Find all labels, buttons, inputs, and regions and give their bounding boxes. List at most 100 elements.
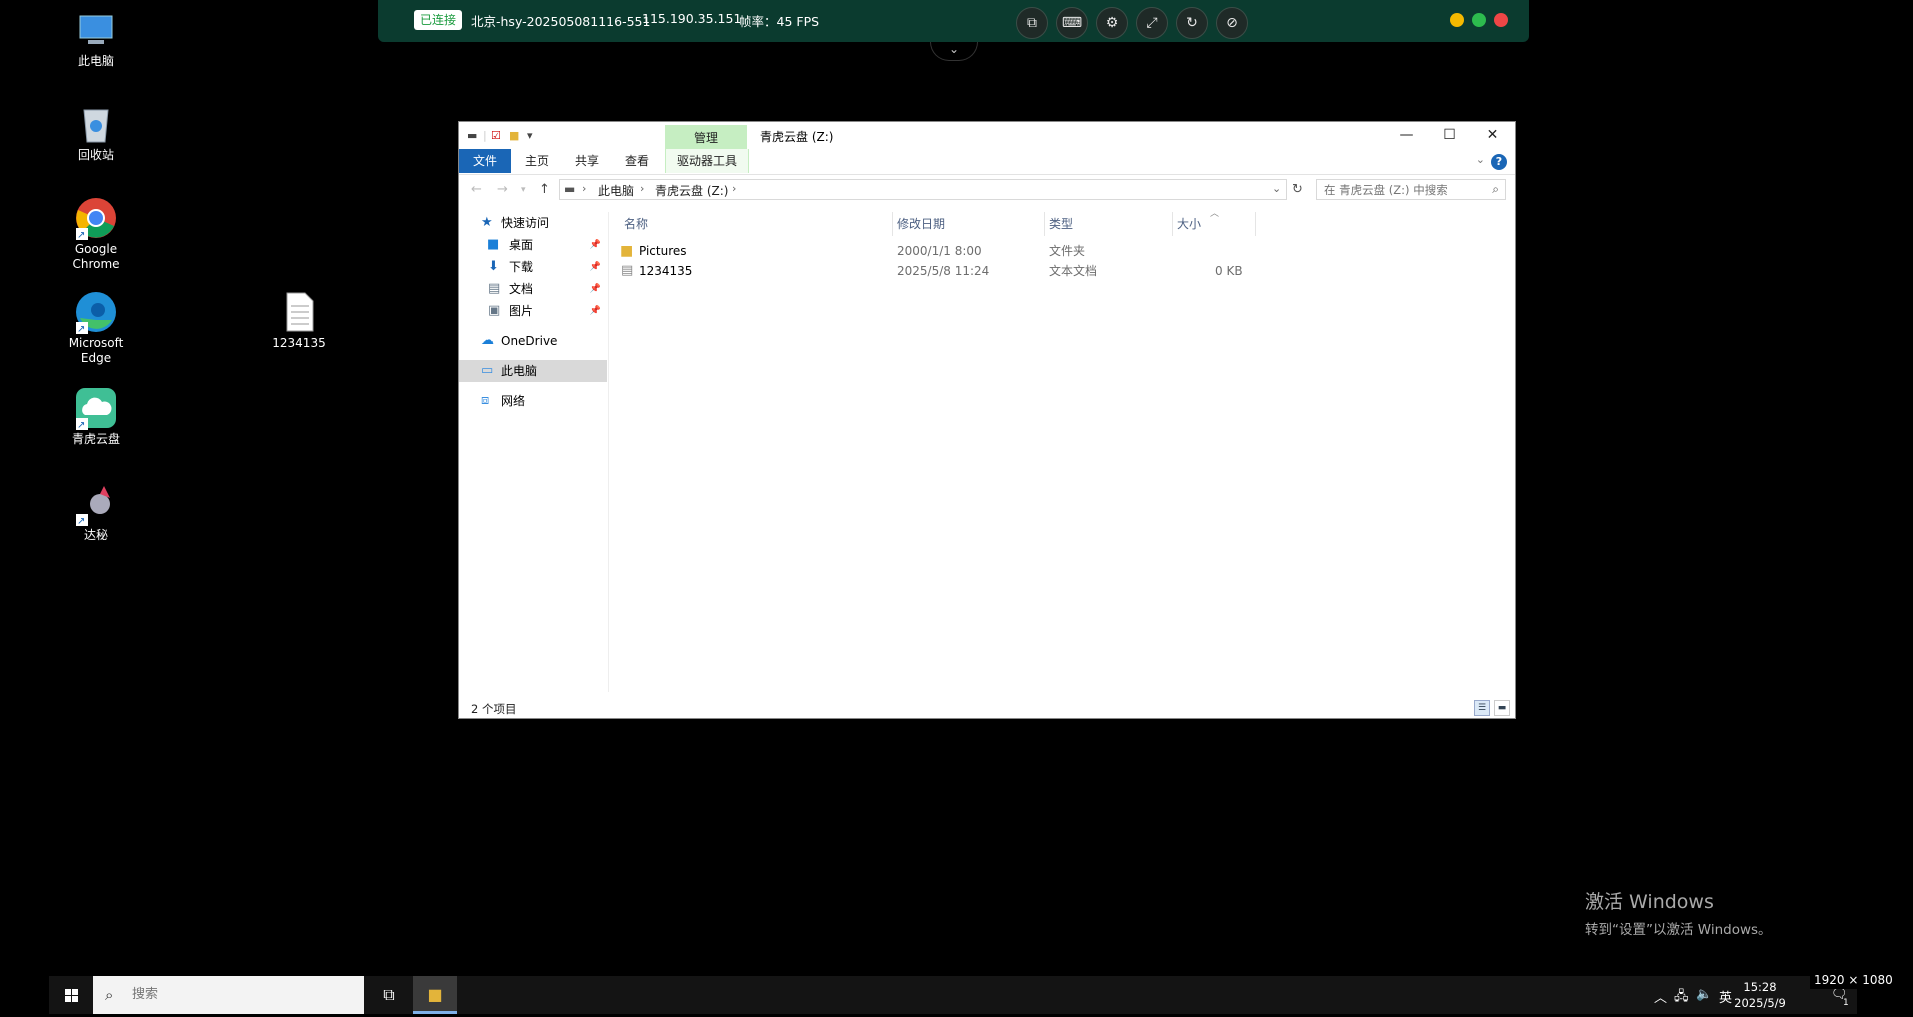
minimize-button[interactable]: —: [1384, 122, 1429, 149]
refresh-button[interactable]: ↻: [1176, 7, 1208, 39]
nav-desktop[interactable]: ■ 桌面 📌: [459, 234, 607, 256]
taskbar-clock[interactable]: 15:28 2025/5/9: [1727, 979, 1793, 1011]
desktop-icon-chrome[interactable]: ↗ Google Chrome: [60, 196, 132, 272]
resolution-badge: 1920 × 1080: [1810, 971, 1897, 989]
document-icon: ▤: [488, 281, 501, 296]
manage-context-tab[interactable]: 管理: [665, 125, 747, 149]
tab-drive-tools[interactable]: 驱动器工具: [665, 149, 749, 173]
chevron-down-icon: ⌄: [948, 42, 960, 56]
nav-network[interactable]: ⧈ 网络: [459, 390, 607, 412]
chevron-right-icon[interactable]: ›: [582, 182, 586, 195]
search-input[interactable]: [1322, 182, 1486, 198]
desktop-icon-text-file[interactable]: 1234135: [263, 290, 335, 351]
svg-text:↗: ↗: [77, 230, 85, 240]
task-view-button[interactable]: ⧉: [367, 976, 411, 1014]
large-icons-view-icon: ▬: [1497, 703, 1507, 713]
search-box[interactable]: ⌕: [1316, 179, 1506, 200]
tab-view[interactable]: 查看: [617, 149, 657, 173]
recent-locations-icon[interactable]: ▾: [521, 185, 526, 195]
column-header-modified[interactable]: 修改日期: [893, 212, 1045, 236]
settings-button[interactable]: ⚙: [1096, 7, 1128, 39]
breadcrumb-current[interactable]: 青虎云盘 (Z:): [655, 182, 728, 199]
forward-arrow-icon[interactable]: →: [497, 182, 508, 197]
details-view-button[interactable]: ☰: [1474, 700, 1490, 716]
nav-this-pc[interactable]: ▭ 此电脑: [459, 360, 607, 382]
title-bar[interactable]: ▬ | ☑ ■ ▾ 管理 青虎云盘 (Z:) — ☐ ✕: [459, 122, 1515, 149]
desktop-icon-edge[interactable]: ↗ Microsoft Edge: [60, 290, 132, 366]
keyboard-button[interactable]: ⌨: [1056, 7, 1088, 39]
svg-text:↗: ↗: [77, 420, 85, 430]
tab-share[interactable]: 共享: [567, 149, 607, 173]
pin-icon[interactable]: 📌: [590, 300, 601, 322]
nav-quick-access[interactable]: ★ 快速访问: [459, 212, 607, 234]
svg-text:↗: ↗: [77, 324, 85, 334]
maximize-icon: ☐: [1443, 127, 1456, 143]
remote-toolbar: 已连接 北京-hsy-202505081116-551 115.190.35.1…: [378, 0, 1529, 42]
breadcrumb-this-pc[interactable]: 此电脑: [598, 182, 634, 199]
taskbar-search-input[interactable]: [130, 986, 334, 1003]
taskbar-file-explorer[interactable]: ■: [413, 976, 457, 1014]
download-icon: ⬇: [488, 259, 499, 274]
chevron-right-icon[interactable]: ›: [640, 182, 644, 195]
close-dot[interactable]: [1494, 13, 1508, 27]
nav-pictures[interactable]: ▣ 图片 📌: [459, 300, 607, 322]
refresh-icon[interactable]: ↻: [1292, 182, 1303, 197]
new-folder-icon[interactable]: ■: [509, 129, 519, 142]
pin-icon[interactable]: 📌: [590, 278, 601, 300]
drive-small-icon: ▬: [564, 182, 576, 196]
text-file-icon: ▤: [621, 263, 634, 278]
qat-dropdown-icon[interactable]: ▾: [527, 129, 533, 142]
properties-icon[interactable]: ☑: [491, 129, 501, 142]
tab-home[interactable]: 主页: [517, 149, 557, 173]
ribbon-expand-icon[interactable]: ⌄: [1476, 153, 1485, 166]
clock-time: 15:28: [1743, 980, 1777, 994]
back-arrow-icon[interactable]: ←: [471, 182, 482, 197]
fps-readout: 帧率：45 FPS: [739, 14, 820, 29]
network-tray-icon[interactable]: 🖧: [1674, 987, 1689, 1009]
volume-icon[interactable]: 🔈: [1696, 987, 1712, 1002]
maximize-dot[interactable]: [1472, 13, 1486, 27]
file-explorer-window: ▬ | ☑ ■ ▾ 管理 青虎云盘 (Z:) — ☐ ✕ 文件 主页 共享 查看…: [458, 121, 1516, 719]
picture-icon: ▣: [488, 303, 501, 318]
tab-file[interactable]: 文件: [459, 149, 511, 173]
keyboard-icon: ⌨: [1061, 15, 1083, 31]
clipboard-button[interactable]: ⧉: [1016, 7, 1048, 39]
large-icons-view-button[interactable]: ▬: [1494, 700, 1510, 716]
nav-onedrive[interactable]: ☁ OneDrive: [459, 330, 607, 352]
address-bar[interactable]: ▬ › 此电脑 › 青虎云盘 (Z:) › ⌄: [559, 179, 1287, 200]
navigation-pane: ★ 快速访问 ■ 桌面 📌 ⬇ 下载 📌 ▤ 文档 📌 ▣ 图片 📌 ☁ One…: [459, 212, 609, 692]
show-hidden-icons-chevron-icon[interactable]: ︿: [1654, 987, 1667, 1006]
remote-ip: 115.190.35.151: [642, 11, 742, 26]
search-icon[interactable]: ⌕: [1492, 182, 1499, 197]
maximize-button[interactable]: ☐: [1427, 122, 1472, 149]
file-row[interactable]: ■ Pictures 2000/1/1 8:00 文件夹: [620, 241, 1253, 261]
nav-downloads[interactable]: ⬇ 下载 📌: [459, 256, 607, 278]
desktop-icon-recycle-bin[interactable]: 回收站: [60, 102, 132, 163]
disconnect-button[interactable]: ⊘: [1216, 7, 1248, 39]
close-icon: ✕: [1486, 127, 1499, 143]
help-icon[interactable]: ?: [1491, 154, 1507, 170]
desktop-folder-icon: ■: [487, 237, 500, 252]
column-header-size[interactable]: 大小: [1173, 212, 1256, 236]
taskbar-search[interactable]: ⌕: [93, 976, 364, 1014]
remote-host-name: 北京-hsy-202505081116-551: [471, 14, 651, 29]
chevron-down-icon[interactable]: ⌄: [1272, 182, 1281, 195]
start-button[interactable]: [49, 976, 93, 1014]
desktop-icon-dami[interactable]: ↗ 达秘: [60, 482, 132, 543]
minimize-dot[interactable]: [1450, 13, 1464, 27]
desktop-icon-qinghu-cloud[interactable]: ↗ 青虎云盘: [60, 386, 132, 447]
pin-icon[interactable]: 📌: [590, 256, 601, 278]
fullscreen-button[interactable]: ⤢: [1136, 7, 1168, 39]
pin-icon[interactable]: 📌: [590, 234, 601, 256]
edge-icon: ↗: [74, 290, 118, 335]
file-row[interactable]: ▤ 1234135 2025/5/8 11:24 文本文档 0 KB: [620, 261, 1253, 281]
desktop-icon-this-pc[interactable]: 此电脑: [60, 8, 132, 69]
nav-documents[interactable]: ▤ 文档 📌: [459, 278, 607, 300]
chevron-right-icon[interactable]: ›: [732, 182, 736, 195]
column-header-name[interactable]: 名称: [620, 212, 893, 236]
column-header-type[interactable]: 类型: [1045, 212, 1173, 236]
up-arrow-icon[interactable]: ↑: [539, 182, 550, 197]
windows-logo-icon: [65, 989, 78, 1002]
star-icon: ★: [481, 215, 493, 230]
close-button[interactable]: ✕: [1470, 122, 1515, 149]
